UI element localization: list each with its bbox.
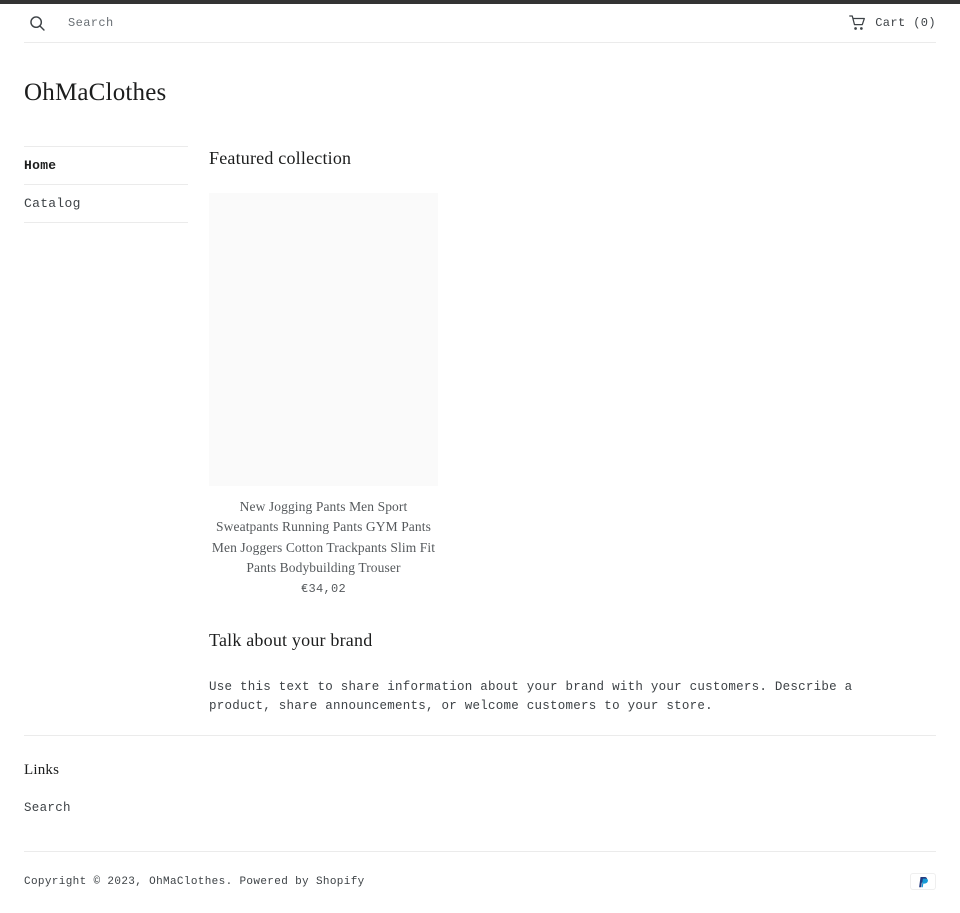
footer-divider [24,851,936,852]
search-icon[interactable] [27,13,47,33]
copyright-text: Copyright © 2023, OhMaClothes. Powered b… [24,875,365,888]
brand-text-block: Talk about your brand Use this text to s… [209,628,936,715]
site-header: Cart (0) [0,4,960,42]
footer-links-heading: Links [24,762,60,778]
nav-divider-bottom [24,222,188,223]
sidebar-item-home[interactable]: Home [24,147,188,184]
product-grid: New Jogging Pants Men Sport Sweatpants R… [209,193,936,598]
shopping-cart-icon [849,15,866,31]
content-footer-divider [24,735,936,736]
payment-icons-list [910,873,936,890]
cart-link[interactable]: Cart (0) [849,15,936,31]
featured-collection-heading: Featured collection [209,148,352,168]
search-form [24,4,849,42]
site-footer: Links Search [24,760,936,817]
header-divider [24,42,936,43]
sidebar-item-catalog[interactable]: Catalog [24,185,188,222]
brand-body-text: Use this text to share information about… [209,680,853,713]
footer-link-search[interactable]: Search [24,799,936,817]
product-title: New Jogging Pants Men Sport Sweatpants R… [211,499,436,575]
sidebar-navigation: Home Catalog [24,146,188,223]
product-image-placeholder [209,193,438,486]
brand-heading: Talk about your brand [209,630,373,650]
store-name[interactable]: OhMaClothes [24,77,166,109]
cart-label: Cart (0) [875,16,936,30]
paypal-icon [910,873,936,890]
product-price: €34,02 [300,582,346,597]
product-card[interactable]: New Jogging Pants Men Sport Sweatpants R… [209,193,438,598]
footer-bottom-bar: Copyright © 2023, OhMaClothes. Powered b… [24,873,936,890]
main-content: Featured collection New Jogging Pants Me… [209,146,936,713]
search-input[interactable] [68,11,488,35]
